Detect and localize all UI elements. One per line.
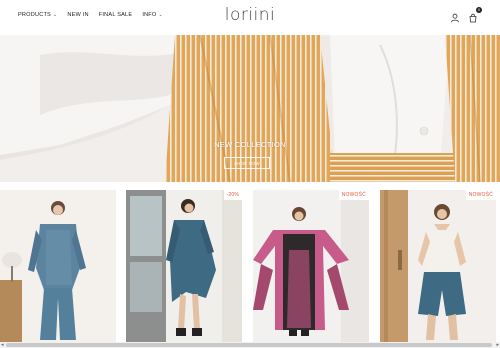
product-image [253,190,369,343]
user-icon[interactable] [450,10,460,23]
hero-title: NEW COLLECTION [214,140,286,149]
cart-icon[interactable]: 0 [468,7,482,23]
new-badge: NOWOŚĆ [338,190,369,200]
site-header: PRODUCTS ⌄ NEW IN FINAL SALE INFO ⌄ lori… [0,0,500,34]
product-card[interactable]: NOWOŚĆ [253,190,369,343]
site-logo[interactable]: loriini [0,5,500,25]
product-image [380,190,496,343]
product-card[interactable] [0,190,116,343]
product-card[interactable]: -20% [126,190,242,343]
header-icons: 0 [450,7,482,23]
scroll-thumb[interactable] [6,343,492,347]
scroll-right-icon[interactable]: ▸ [496,342,499,348]
product-grid: -20% NOWOŚĆ NOWOŚĆ [0,190,500,343]
shop-now-button[interactable]: SHOP NOW [224,157,270,169]
product-card[interactable]: NOWOŚĆ [380,190,496,343]
discount-badge: -20% [223,190,242,200]
product-image [126,190,242,343]
scroll-left-icon[interactable]: ◂ [1,342,4,348]
cart-count-badge: 0 [476,7,482,13]
horizontal-scrollbar[interactable]: ◂ ▸ [0,342,500,348]
hero-banner: NEW COLLECTION SHOP NOW [0,35,500,182]
new-badge: NOWOŚĆ [465,190,496,200]
product-image [0,190,116,343]
